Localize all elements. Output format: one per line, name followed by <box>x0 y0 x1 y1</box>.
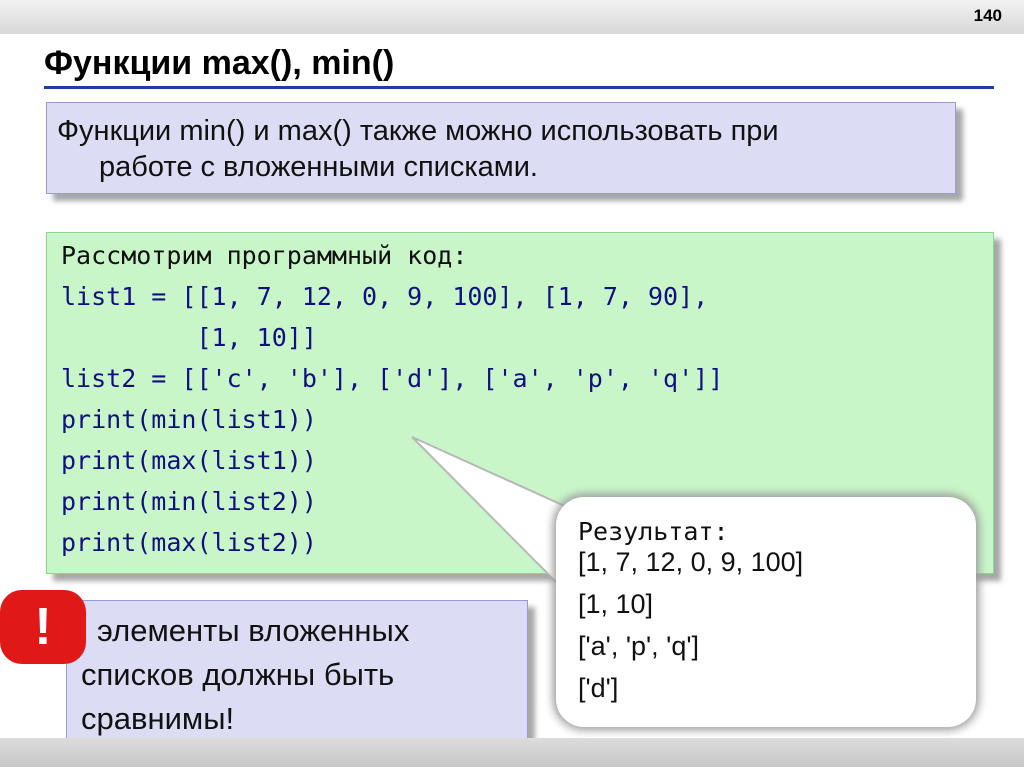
result-callout: Результат: [1, 7, 12, 0, 9, 100] [1, 10]… <box>556 497 976 727</box>
code-line-6: print(min(list2)) <box>61 487 317 516</box>
exclamation-icon: ! <box>0 590 86 664</box>
result-label: Результат: <box>578 517 729 546</box>
intro-box: Функции min() и max() также можно исполь… <box>46 102 956 194</box>
code-line-1: list1 = [[1, 7, 12, 0, 9, 100], [1, 7, 9… <box>61 282 709 311</box>
note-line-1: элементы вложенных <box>97 613 410 648</box>
code-caption: Рассмотрим программный код: <box>61 241 468 270</box>
top-band <box>0 0 1024 34</box>
bottom-band <box>0 738 1024 767</box>
code-line-4: print(min(list1)) <box>61 405 317 434</box>
code-line-3: list2 = [['c', 'b'], ['d'], ['a', 'p', '… <box>61 364 724 393</box>
result-line-1: [1, 7, 12, 0, 9, 100] <box>578 547 804 577</box>
title-underline <box>44 86 994 89</box>
intro-line-2: работе с вложенными списками. <box>99 151 538 183</box>
code-line-5: print(max(list1)) <box>61 446 317 475</box>
code-line-2: [1, 10]] <box>61 323 317 352</box>
slide-title: Функции max(), min() <box>44 44 395 82</box>
result-line-3: ['a', 'p', 'q'] <box>578 631 699 661</box>
note-box: элементы вложенных списков должны быть с… <box>66 600 528 743</box>
note-line-3: сравнимы! <box>81 701 235 736</box>
intro-line-1: Функции min() и max() также можно исполь… <box>57 115 779 147</box>
note-line-2: списков должны быть <box>81 657 395 692</box>
result-line-4: ['d'] <box>578 673 619 703</box>
result-line-2: [1, 10] <box>578 589 654 619</box>
page-number: 140 <box>973 6 1002 25</box>
code-line-7: print(max(list2)) <box>61 528 317 557</box>
